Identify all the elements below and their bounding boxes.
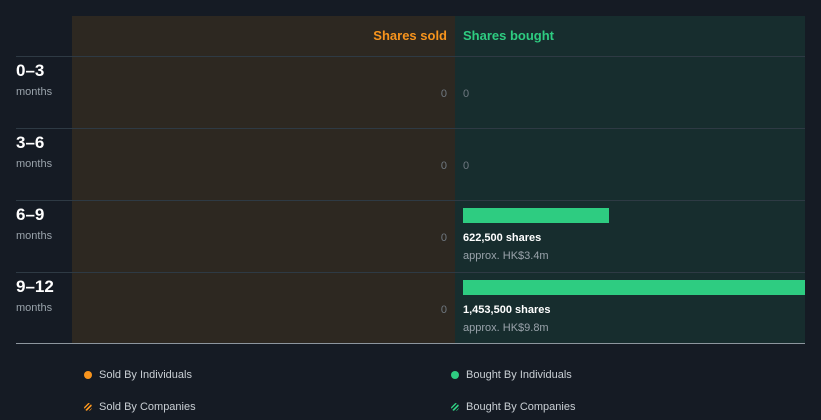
- green-hatched-dot-icon: [451, 403, 459, 411]
- period-label: 3–6: [16, 133, 45, 152]
- shares-bought-header: Shares bought: [463, 28, 555, 43]
- legend-label: Bought By Individuals: [466, 369, 572, 381]
- legend-label: Bought By Companies: [466, 401, 576, 413]
- period-unit: months: [16, 158, 53, 170]
- bought-shares-label: 622,500 shares: [463, 232, 542, 244]
- sold-value: 0: [440, 304, 447, 316]
- bought-approx-value: approx. HK$3.4m: [463, 250, 549, 262]
- period-label: 9–12: [16, 277, 54, 296]
- green-dot-icon: [451, 371, 459, 379]
- bought-bar: [463, 280, 805, 295]
- period-unit: months: [16, 86, 53, 98]
- row-divider: [16, 200, 805, 201]
- period-label: 6–9: [16, 205, 45, 224]
- legend-label: Sold By Companies: [99, 401, 196, 413]
- sold-value: 0: [440, 232, 447, 244]
- legend-label: Sold By Individuals: [99, 369, 192, 381]
- legend-sold-individuals[interactable]: Sold By Individuals: [84, 369, 192, 381]
- period-unit: months: [16, 230, 53, 242]
- orange-hatched-dot-icon: [84, 403, 92, 411]
- sold-panel: [72, 16, 455, 343]
- bought-bar: [463, 208, 610, 223]
- sold-value: 0: [440, 88, 447, 100]
- bought-value: 0: [463, 88, 470, 100]
- sold-value: 0: [440, 160, 447, 172]
- shares-sold-header: Shares sold: [373, 28, 447, 43]
- orange-dot-icon: [84, 371, 92, 379]
- period-unit: months: [16, 302, 53, 314]
- legend-bought-companies[interactable]: Bought By Companies: [451, 401, 575, 413]
- period-label: 0–3: [16, 61, 45, 80]
- chart-baseline: [16, 343, 805, 344]
- legend-sold-companies[interactable]: Sold By Companies: [84, 401, 196, 413]
- bought-shares-label: 1,453,500 shares: [463, 304, 551, 316]
- bought-approx-value: approx. HK$9.8m: [463, 322, 549, 334]
- bought-value: 0: [463, 160, 470, 172]
- row-divider: [16, 272, 805, 273]
- row-divider: [16, 56, 805, 57]
- row-divider: [16, 128, 805, 129]
- legend-bought-individuals[interactable]: Bought By Individuals: [451, 369, 572, 381]
